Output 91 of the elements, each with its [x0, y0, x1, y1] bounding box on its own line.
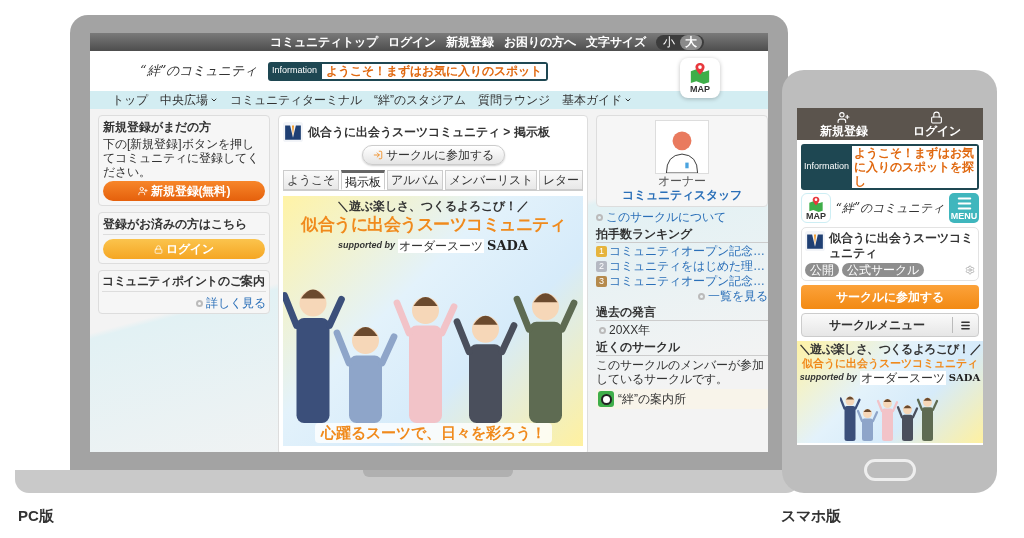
banner-slogan: 心躍るスーツで、日々を彩ろう！	[314, 422, 552, 443]
map-label: MAP	[806, 211, 826, 221]
ranking-link[interactable]: コミュニティオープン記念…	[609, 274, 765, 289]
banner-title: 似合うに出会うスーツコミュニティ	[301, 214, 565, 236]
map-label: MAP	[690, 84, 710, 94]
caret-icon	[210, 96, 218, 104]
map-pin-icon	[689, 62, 711, 84]
information-message: ようこそ！まずはお気に入りのスポットを探し	[852, 146, 977, 188]
info-icon	[598, 391, 614, 407]
section-title: 拍手数ランキング	[596, 227, 768, 243]
map-button[interactable]: MAP	[801, 193, 831, 223]
top-link[interactable]: 新規登録	[446, 35, 494, 49]
menu-icon	[960, 319, 971, 331]
section-title: 近くのサークル	[596, 340, 768, 356]
archive-link[interactable]: 20XX年	[609, 323, 651, 337]
supported-by-text: supported by	[799, 370, 857, 384]
sponsor-logo: SADA	[948, 371, 981, 385]
circle-tab[interactable]: 掲示板	[341, 170, 385, 190]
rank-badge: 3	[596, 276, 607, 287]
site-logo: “絆”のコミュニティ	[140, 62, 259, 81]
menu-icon	[955, 195, 973, 212]
section-title: 過去の発言	[596, 305, 768, 321]
banner-tagline: ＼遊ぶ楽しさ、つくるよろこび！／	[798, 342, 982, 356]
header-button[interactable]: 新規登録	[797, 108, 890, 140]
card-text: 下の[新規登録]ボタンを押してコミュニティに登録してください。	[103, 137, 260, 179]
suit-icon	[805, 231, 825, 251]
card-title: 新規登録がまだの方	[103, 120, 212, 135]
home-button[interactable]	[864, 459, 916, 481]
sponsor-subtitle: オーダースーツ	[398, 238, 485, 253]
supported-by-text: supported by	[338, 239, 396, 252]
lock-icon	[154, 244, 163, 254]
sponsor-logo: SADA	[487, 237, 528, 255]
nearby-circle-card[interactable]: “絆”の案内所	[596, 389, 768, 409]
nav-link[interactable]: 中央広場	[160, 93, 218, 107]
suit-icon	[283, 122, 303, 142]
nav-link[interactable]: コミュニティターミナル	[230, 93, 362, 107]
bullet-icon	[698, 292, 705, 300]
top-link[interactable]: お困りの方へ	[504, 35, 576, 49]
device-label: スマホ版	[780, 506, 841, 526]
font-size-label: 文字サイズ	[586, 35, 646, 49]
circle-title: 似合うに出会うスーツコミュニティ	[829, 231, 974, 261]
circle-menu-button[interactable]: サークルメニュー	[801, 313, 979, 337]
header-button[interactable]: ログイン	[890, 108, 983, 140]
information-label: Information	[803, 160, 851, 174]
about-link[interactable]: このサークルについて	[606, 210, 726, 224]
circle-tag: 公式サークル	[842, 263, 924, 277]
nav-link[interactable]: 基本ガイド	[562, 93, 632, 107]
banner-tagline: ＼遊ぶ楽しさ、つくるよろこび！／	[337, 199, 529, 214]
circle-tag: 公開	[805, 263, 839, 277]
owner-avatar-silhouette	[655, 120, 709, 174]
nav-link[interactable]: トップ	[112, 93, 148, 107]
map-button[interactable]: MAP	[680, 58, 720, 98]
settings-icon[interactable]	[965, 265, 975, 275]
circle-tab[interactable]: レター	[539, 170, 583, 190]
rank-badge: 2	[596, 261, 607, 272]
section-text: このサークルのメンバーが参加しているサークルです。	[596, 358, 765, 386]
circle-tab[interactable]: アルバム	[387, 170, 443, 190]
bullet-icon	[196, 299, 203, 307]
information-message: ようこそ！まずはお気に入りのスポット	[322, 63, 547, 79]
bullet-icon	[596, 213, 603, 221]
breadcrumb: 似合うに出会うスーツコミュニティ > 掲示板	[308, 124, 550, 140]
site-logo: “絆”のコミュニティ	[835, 200, 945, 217]
join-circle-button[interactable]: サークルに参加する	[361, 145, 505, 165]
card-title: 登録がお済みの方はこちら	[103, 217, 265, 235]
user-plus-icon	[837, 110, 850, 124]
details-link[interactable]: 詳しく見る	[206, 296, 266, 310]
device-label: PC版	[18, 506, 54, 526]
ranking-link[interactable]: コミュニティオープン記念…	[609, 244, 765, 259]
banner-title: 似合うに出会うスーツコミュニティ	[802, 356, 978, 370]
nav-link[interactable]: 質問ラウンジ	[478, 93, 550, 107]
ranking-link[interactable]: コミュニティをはじめた理…	[609, 259, 765, 274]
font-size-option[interactable]: 小	[658, 34, 680, 50]
user-plus-icon	[137, 186, 148, 196]
caret-icon	[624, 96, 632, 104]
enter-icon	[372, 150, 383, 160]
bullet-icon	[599, 326, 606, 334]
card-title: コミュニティポイントのご案内	[102, 274, 266, 292]
top-link[interactable]: ログイン	[388, 35, 436, 49]
owner-role: オーナー	[658, 174, 706, 188]
map-pin-icon	[808, 195, 824, 212]
information-label: Information	[271, 64, 319, 78]
owner-name: コミュニティスタッフ	[622, 188, 742, 202]
nearby-circle-name: “絆”の案内所	[618, 392, 686, 406]
circle-tab[interactable]: ようこそ	[283, 170, 339, 190]
rank-badge: 1	[596, 246, 607, 257]
see-all-link[interactable]: 一覧を見る	[708, 289, 768, 303]
sponsor-subtitle: オーダースーツ	[859, 370, 946, 385]
top-link[interactable]: コミュニティトップ	[270, 35, 378, 49]
circle-tab[interactable]: メンバーリスト	[445, 170, 537, 190]
nav-link[interactable]: “絆”のスタジアム	[374, 93, 466, 107]
lock-icon	[930, 110, 943, 124]
